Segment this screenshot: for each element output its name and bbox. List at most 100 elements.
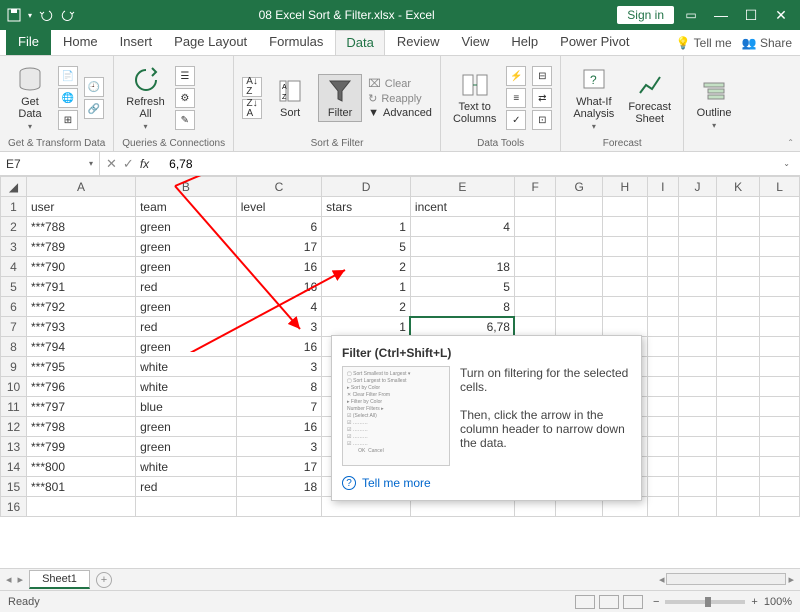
cell[interactable]: [602, 257, 647, 277]
tab-nav-next-icon[interactable]: ▸: [18, 573, 24, 586]
tab-help[interactable]: Help: [501, 30, 548, 55]
cell[interactable]: 16: [236, 277, 321, 297]
cell[interactable]: level: [236, 197, 321, 217]
cell[interactable]: white: [136, 357, 237, 377]
cell[interactable]: 3: [236, 437, 321, 457]
cell[interactable]: [556, 197, 603, 217]
cell[interactable]: [556, 237, 603, 257]
cancel-icon[interactable]: ✕: [106, 156, 117, 172]
cell[interactable]: 8: [410, 297, 514, 317]
cell[interactable]: [717, 237, 760, 257]
cell[interactable]: [602, 217, 647, 237]
cell[interactable]: [717, 357, 760, 377]
col-header[interactable]: E: [410, 177, 514, 197]
cell[interactable]: ***798: [27, 417, 136, 437]
cell[interactable]: 17: [236, 457, 321, 477]
formula-input[interactable]: [155, 157, 777, 171]
cell[interactable]: [717, 497, 760, 517]
maximize-button[interactable]: ☐: [738, 7, 764, 24]
col-header[interactable]: L: [760, 177, 800, 197]
cell[interactable]: [602, 197, 647, 217]
cell[interactable]: ***788: [27, 217, 136, 237]
hscroll-bar[interactable]: [666, 573, 786, 585]
cell[interactable]: 18: [410, 257, 514, 277]
consolidate-icon[interactable]: ⊟: [532, 66, 552, 86]
cell[interactable]: green: [136, 257, 237, 277]
sort-button[interactable]: AZ Sort: [268, 75, 312, 121]
cell[interactable]: green: [136, 217, 237, 237]
cell[interactable]: [514, 297, 555, 317]
cell[interactable]: 3: [236, 317, 321, 337]
sort-desc-icon[interactable]: Z↓A: [242, 99, 262, 119]
cell[interactable]: [760, 337, 800, 357]
cell[interactable]: [760, 317, 800, 337]
cell[interactable]: [678, 277, 716, 297]
cell[interactable]: [556, 277, 603, 297]
tell-me-button[interactable]: 💡 Tell me: [676, 36, 732, 50]
cell[interactable]: [760, 297, 800, 317]
row-header[interactable]: 4: [1, 257, 27, 277]
cell[interactable]: [760, 457, 800, 477]
cell[interactable]: [717, 257, 760, 277]
cell[interactable]: [647, 397, 678, 417]
cell[interactable]: [760, 237, 800, 257]
close-button[interactable]: ✕: [768, 7, 794, 24]
tab-power-pivot[interactable]: Power Pivot: [550, 30, 639, 55]
sign-in-button[interactable]: Sign in: [617, 6, 674, 24]
row-header[interactable]: 15: [1, 477, 27, 497]
edit-links-icon[interactable]: ✎: [175, 110, 195, 130]
refresh-all-button[interactable]: Refresh All ▾: [122, 64, 169, 133]
cell[interactable]: [760, 417, 800, 437]
tab-page-layout[interactable]: Page Layout: [164, 30, 257, 55]
col-header[interactable]: A: [27, 177, 136, 197]
cell[interactable]: [514, 257, 555, 277]
row-header[interactable]: 12: [1, 417, 27, 437]
zoom-in-button[interactable]: +: [751, 596, 757, 608]
cell[interactable]: 5: [410, 277, 514, 297]
sheet-tab[interactable]: Sheet1: [29, 570, 90, 589]
col-header[interactable]: I: [647, 177, 678, 197]
cell[interactable]: [717, 417, 760, 437]
cell[interactable]: [647, 237, 678, 257]
col-header[interactable]: F: [514, 177, 555, 197]
cell[interactable]: [678, 217, 716, 237]
cell[interactable]: ***791: [27, 277, 136, 297]
cell[interactable]: [760, 217, 800, 237]
cell[interactable]: 16: [236, 337, 321, 357]
cell[interactable]: 5: [322, 237, 411, 257]
cell[interactable]: 16: [236, 417, 321, 437]
outline-button[interactable]: Outline ▾: [692, 75, 736, 132]
advanced-filter-button[interactable]: ▼Advanced: [368, 107, 432, 119]
cell[interactable]: [760, 357, 800, 377]
cell[interactable]: [717, 277, 760, 297]
cell[interactable]: ***790: [27, 257, 136, 277]
new-sheet-button[interactable]: +: [96, 572, 112, 588]
col-header[interactable]: D: [322, 177, 411, 197]
tab-home[interactable]: Home: [53, 30, 108, 55]
cell[interactable]: [717, 217, 760, 237]
cell[interactable]: [647, 337, 678, 357]
cell[interactable]: [556, 297, 603, 317]
cell[interactable]: [678, 197, 716, 217]
col-header[interactable]: C: [236, 177, 321, 197]
save-icon[interactable]: [6, 7, 22, 23]
cell[interactable]: green: [136, 297, 237, 317]
cell[interactable]: [647, 497, 678, 517]
cell[interactable]: [602, 237, 647, 257]
col-header[interactable]: H: [602, 177, 647, 197]
cell[interactable]: ***801: [27, 477, 136, 497]
from-table-icon[interactable]: ⊞: [58, 110, 78, 130]
row-header[interactable]: 6: [1, 297, 27, 317]
cell[interactable]: green: [136, 337, 237, 357]
tell-me-more-link[interactable]: ? Tell me more: [342, 476, 631, 490]
cell[interactable]: [717, 337, 760, 357]
cell[interactable]: [514, 197, 555, 217]
data-validation-icon[interactable]: ✓: [506, 110, 526, 130]
filter-button[interactable]: Filter: [318, 74, 362, 122]
cell[interactable]: [602, 277, 647, 297]
cell[interactable]: red: [136, 277, 237, 297]
col-header[interactable]: G: [556, 177, 603, 197]
cell[interactable]: 6,78: [410, 317, 514, 337]
cell[interactable]: [647, 457, 678, 477]
cell[interactable]: [760, 397, 800, 417]
